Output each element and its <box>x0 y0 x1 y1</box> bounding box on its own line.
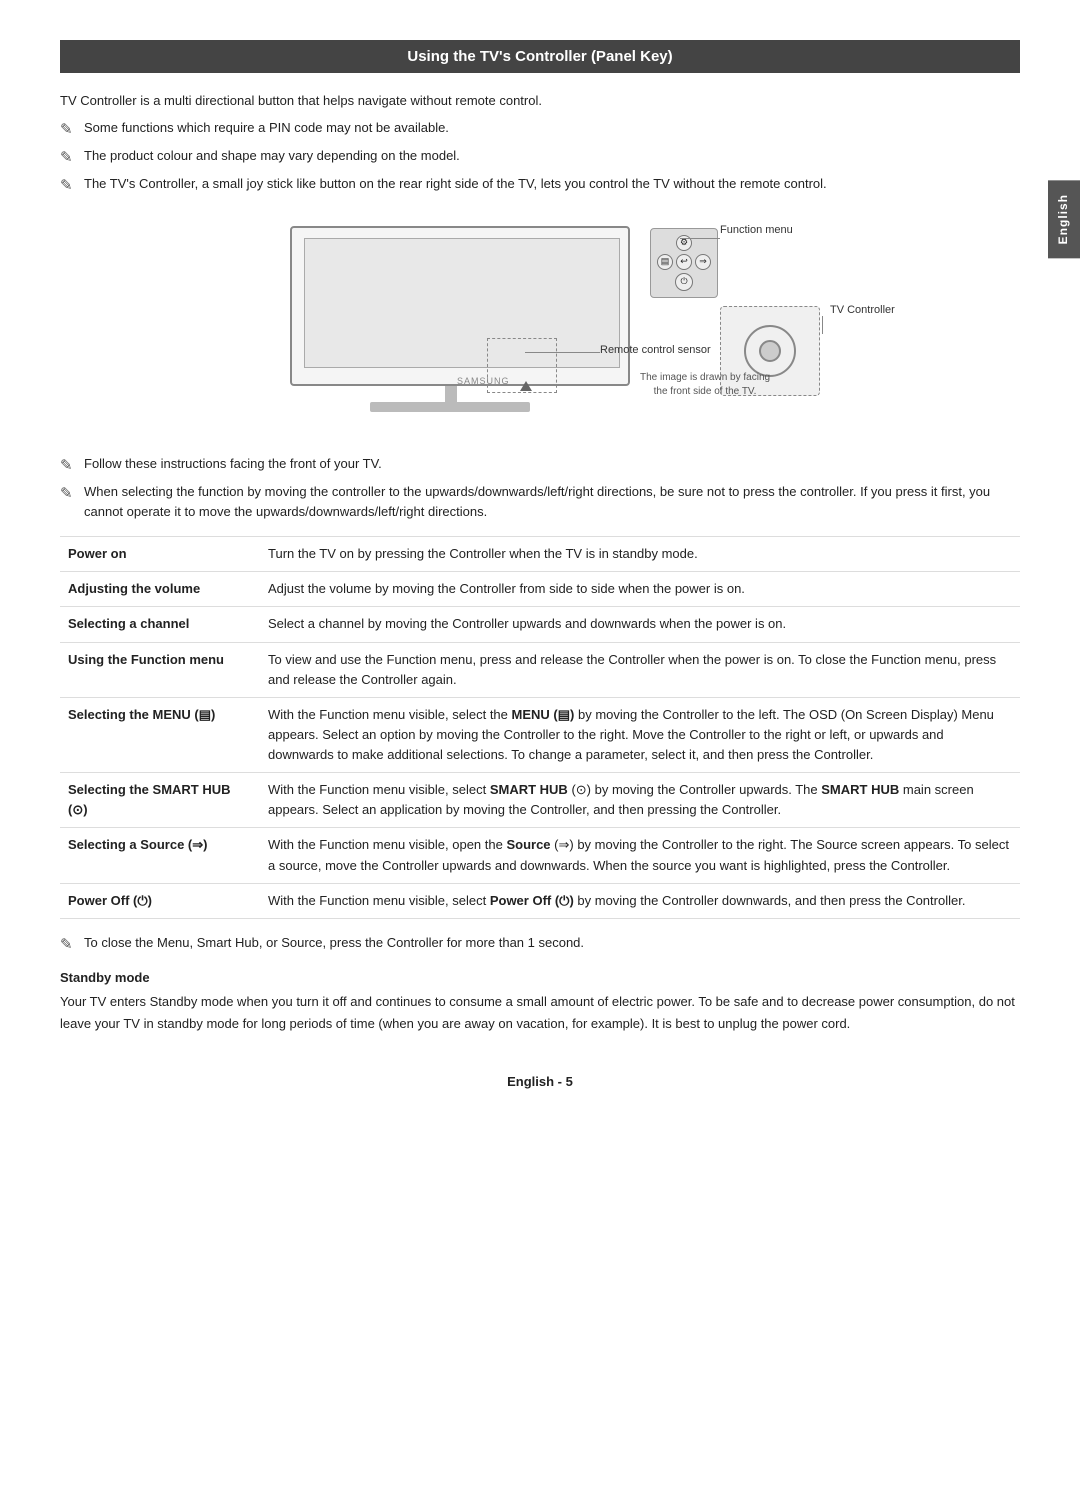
table-cell-label-4: Selecting the MENU (▤) <box>60 697 260 772</box>
table-cell-label-1: Adjusting the volume <box>60 572 260 607</box>
table-cell-desc-7: With the Function menu visible, select P… <box>260 883 1020 918</box>
func-line <box>680 238 720 239</box>
note-item-3: ✎ The TV's Controller, a small joy stick… <box>60 174 1020 197</box>
tv-body: SAMSUNG <box>290 226 630 386</box>
footer: English - 5 <box>60 1064 1020 1089</box>
footer-text: English - 5 <box>507 1074 573 1089</box>
func-icon-menu: ▤ <box>657 254 673 270</box>
follow-note-text-2: When selecting the function by moving th… <box>84 482 1020 522</box>
arrow-up-indicator <box>520 381 532 391</box>
table-cell-desc-4: With the Function menu visible, select t… <box>260 697 1020 772</box>
note-item-2: ✎ The product colour and shape may vary … <box>60 146 1020 169</box>
table-row: Selecting the SMART HUB (⊙)With the Func… <box>60 773 1020 828</box>
standby-text: Your TV enters Standby mode when you tur… <box>60 991 1020 1034</box>
tv-screen <box>304 238 620 368</box>
function-menu-label: Function menu <box>720 224 793 236</box>
table-cell-label-7: Power Off (⏻) <box>60 883 260 918</box>
table-cell-desc-0: Turn the TV on by pressing the Controlle… <box>260 537 1020 572</box>
table-row: Adjusting the volumeAdjust the volume by… <box>60 572 1020 607</box>
follow-notes: ✎ Follow these instructions facing the f… <box>60 454 1020 523</box>
follow-note-text-1: Follow these instructions facing the fro… <box>84 454 382 474</box>
follow-note-icon-2: ✎ <box>60 482 80 505</box>
info-table: Power onTurn the TV on by pressing the C… <box>60 536 1020 919</box>
side-tab: English <box>1048 180 1080 258</box>
note-item-1: ✎ Some functions which require a PIN cod… <box>60 118 1020 141</box>
tv-base-neck <box>445 386 457 404</box>
func-icon-back: ↩ <box>676 254 692 270</box>
note-icon-1: ✎ <box>60 118 80 141</box>
close-note-text: To close the Menu, Smart Hub, or Source,… <box>84 933 584 953</box>
sensor-line <box>525 352 600 353</box>
close-note-icon: ✎ <box>60 933 80 956</box>
table-row: Selecting the MENU (▤)With the Function … <box>60 697 1020 772</box>
page: English Using the TV's Controller (Panel… <box>0 0 1080 1494</box>
tv-base <box>370 402 530 412</box>
tv-diagram: SAMSUNG ⚙ ▤ ↩ ⇒ ⏻ Function menu <box>260 216 820 416</box>
close-note: ✎ To close the Menu, Smart Hub, or Sourc… <box>60 933 1020 956</box>
table-row: Using the Function menuTo view and use t… <box>60 642 1020 697</box>
table-cell-label-3: Using the Function menu <box>60 642 260 697</box>
table-cell-desc-2: Select a channel by moving the Controlle… <box>260 607 1020 642</box>
table-cell-desc-1: Adjust the volume by moving the Controll… <box>260 572 1020 607</box>
follow-note-icon-1: ✎ <box>60 454 80 477</box>
note-icon-3: ✎ <box>60 174 80 197</box>
table-row: Selecting a channelSelect a channel by m… <box>60 607 1020 642</box>
func-icon-source: ⇒ <box>695 254 711 270</box>
table-row: Power Off (⏻)With the Function menu visi… <box>60 883 1020 918</box>
table-cell-label-6: Selecting a Source (⇒) <box>60 828 260 883</box>
func-icon-power: ⏻ <box>675 273 693 291</box>
controller-line <box>822 316 823 334</box>
note-text-3: The TV's Controller, a small joy stick l… <box>84 174 827 194</box>
follow-note-2: ✎ When selecting the function by moving … <box>60 482 1020 522</box>
table-row: Power onTurn the TV on by pressing the C… <box>60 537 1020 572</box>
note-text-2: The product colour and shape may vary de… <box>84 146 460 166</box>
controller-circle <box>744 325 796 377</box>
standby-section: Standby mode Your TV enters Standby mode… <box>60 970 1020 1034</box>
table-cell-desc-5: With the Function menu visible, select S… <box>260 773 1020 828</box>
follow-note-1: ✎ Follow these instructions facing the f… <box>60 454 1020 477</box>
table-cell-label-0: Power on <box>60 537 260 572</box>
table-cell-label-5: Selecting the SMART HUB (⊙) <box>60 773 260 828</box>
page-title: Using the TV's Controller (Panel Key) <box>60 40 1020 73</box>
table-cell-desc-3: To view and use the Function menu, press… <box>260 642 1020 697</box>
intro-text: TV Controller is a multi directional but… <box>60 91 1020 112</box>
table-cell-desc-6: With the Function menu visible, open the… <box>260 828 1020 883</box>
table-row: Selecting a Source (⇒)With the Function … <box>60 828 1020 883</box>
standby-heading: Standby mode <box>60 970 1020 985</box>
func-icon-row-2: ▤ ↩ ⇒ <box>657 254 711 270</box>
front-label: The image is drawn by facingthe front si… <box>640 371 770 399</box>
controller-inner <box>759 340 781 362</box>
sensor-label: Remote control sensor <box>600 344 711 356</box>
tv-controller-label: TV Controller <box>830 304 895 316</box>
table-cell-label-2: Selecting a channel <box>60 607 260 642</box>
note-icon-2: ✎ <box>60 146 80 169</box>
tv-diagram-area: SAMSUNG ⚙ ▤ ↩ ⇒ ⏻ Function menu <box>60 216 1020 436</box>
note-text-1: Some functions which require a PIN code … <box>84 118 449 138</box>
